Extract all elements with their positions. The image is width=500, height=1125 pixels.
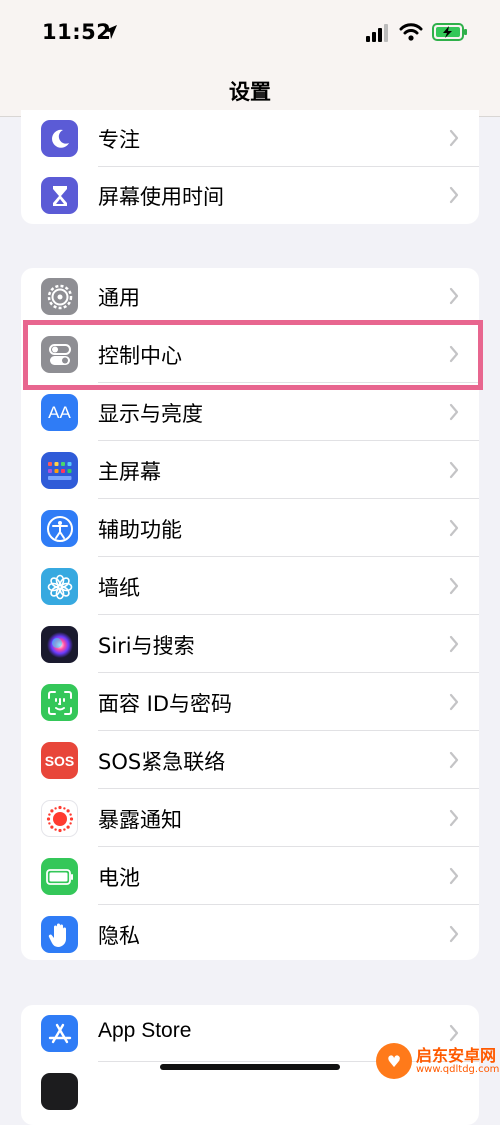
chevron-right-icon (449, 1024, 459, 1042)
chevron-right-icon (449, 403, 459, 421)
settings-row-control-center[interactable]: 控制中心 (21, 326, 479, 383)
settings-row-screen-time[interactable]: 屏幕使用时间 (21, 167, 479, 224)
chevron-right-icon (449, 287, 459, 305)
chevron-right-icon (449, 519, 459, 537)
wifi-icon (399, 23, 423, 41)
chevron-right-icon (449, 461, 459, 479)
row-label: 通用 (98, 286, 140, 310)
battery-icon (41, 858, 78, 895)
watermark-logo-icon: ♥ (376, 1043, 412, 1079)
settings-row-siri[interactable]: Siri与搜索 (21, 616, 479, 673)
hand-icon (41, 916, 78, 953)
row-label: 主屏幕 (98, 460, 161, 484)
row-label: 屏幕使用时间 (98, 185, 224, 209)
settings-row-privacy[interactable]: 隐私 (21, 906, 479, 960)
hourglass-icon (41, 177, 78, 214)
row-label: 专注 (98, 128, 140, 152)
row-separator (98, 730, 479, 731)
settings-row-general[interactable]: 通用 (21, 268, 479, 325)
app-icon (41, 1073, 78, 1110)
row-label: 电池 (98, 866, 140, 890)
watermark-title: 启东安卓网 (416, 1045, 497, 1065)
settings-row-accessibility[interactable]: 辅助功能 (21, 500, 479, 557)
text-size-glyph: AA (48, 402, 71, 422)
watermark-url: www.qdltdg.com (416, 1064, 500, 1076)
home-grid-icon (41, 452, 78, 489)
text-size-icon: AA (41, 394, 78, 431)
chevron-right-icon (449, 577, 459, 595)
row-separator (98, 382, 479, 383)
row-label: Siri与搜索 (98, 634, 195, 658)
row-separator (98, 324, 479, 325)
status-bar: 11:52 (0, 0, 500, 64)
status-time: 11:52 (42, 20, 112, 44)
exposure-icon (41, 800, 78, 837)
sos-glyph: SOS (44, 752, 75, 769)
row-label: 隐私 (98, 924, 140, 948)
accessibility-icon (41, 510, 78, 547)
row-separator (98, 788, 479, 789)
chevron-right-icon (449, 867, 459, 885)
moon-icon (41, 120, 78, 157)
settings-row-face-id[interactable]: 面容 ID与密码 (21, 674, 479, 731)
settings-row-focus[interactable]: 专注 (21, 110, 479, 167)
watermark-text: 启东安卓网 www.qdltdg.com (416, 1047, 499, 1076)
chevron-right-icon (449, 635, 459, 653)
row-label: 控制中心 (98, 344, 182, 368)
toggles-icon (41, 336, 78, 373)
chevron-right-icon (449, 751, 459, 769)
row-label: 显示与亮度 (98, 402, 203, 426)
siri-icon (41, 626, 78, 663)
app-store-icon (41, 1015, 78, 1052)
battery-charging-icon (432, 23, 467, 41)
row-separator (98, 440, 479, 441)
settings-group-general: 通用 控制中心 AA 显示与亮度 主屏幕 辅助功能 墙纸 Siri与搜索 面容 … (21, 268, 479, 960)
chevron-right-icon (449, 345, 459, 363)
chevron-right-icon (449, 925, 459, 943)
settings-row-display[interactable]: AA 显示与亮度 (21, 384, 479, 441)
settings-row-sos[interactable]: SOS SOS紧急联络 (21, 732, 479, 789)
chevron-right-icon (449, 809, 459, 827)
row-label: App Store (98, 1019, 192, 1042)
chevron-right-icon (449, 186, 459, 204)
settings-row-home-screen[interactable]: 主屏幕 (21, 442, 479, 499)
row-separator (98, 672, 479, 673)
settings-row-exposure[interactable]: 暴露通知 (21, 790, 479, 847)
gear-icon (41, 278, 78, 315)
face-id-icon (41, 684, 78, 721)
settings-row-wallpaper[interactable]: 墙纸 (21, 558, 479, 615)
row-label: 墙纸 (98, 576, 140, 600)
settings-group-focus: 专注 屏幕使用时间 (21, 110, 479, 224)
row-label: SOS紧急联络 (98, 750, 226, 774)
row-separator (98, 614, 479, 615)
row-separator (98, 498, 479, 499)
page-title: 设置 (229, 80, 271, 104)
row-separator (98, 846, 479, 847)
settings-row-battery[interactable]: 电池 (21, 848, 479, 905)
row-separator (98, 904, 479, 905)
sos-icon: SOS (41, 742, 78, 779)
row-separator (98, 556, 479, 557)
chevron-right-icon (449, 129, 459, 147)
row-label: 暴露通知 (98, 808, 182, 832)
row-label: 面容 ID与密码 (98, 692, 233, 716)
cellular-signal-icon (366, 24, 388, 42)
location-arrow-icon (103, 25, 117, 39)
row-label: 辅助功能 (98, 518, 182, 542)
watermark: ♥ 启东安卓网 www.qdltdg.com (376, 1041, 500, 1081)
flower-icon (41, 568, 78, 605)
home-indicator[interactable] (160, 1064, 340, 1070)
chevron-right-icon (449, 693, 459, 711)
